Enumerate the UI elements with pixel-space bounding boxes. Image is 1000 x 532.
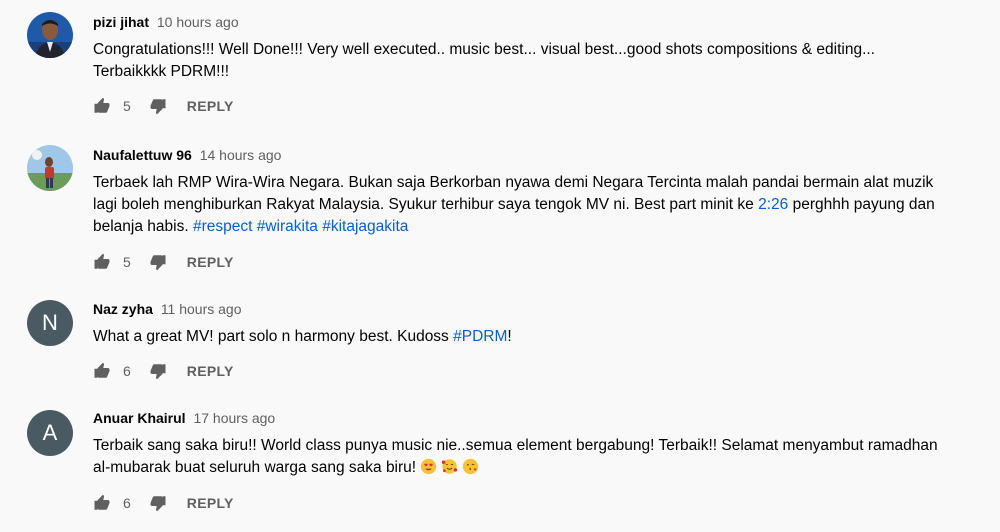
author-name[interactable]: Naufalettuw 96 xyxy=(93,147,192,163)
avatar-letter: A xyxy=(42,420,58,445)
like-icon[interactable] xyxy=(93,362,111,380)
comment-text: Congratulations!!! Well Done!!! Very wel… xyxy=(93,41,875,80)
hashtag-link[interactable]: #kitajagakita xyxy=(322,218,408,235)
comment-header: Anuar Khairul 17 hours ago xyxy=(93,409,980,427)
comment-time[interactable]: 10 hours ago xyxy=(157,14,239,30)
reply-button[interactable]: REPLY xyxy=(187,98,234,114)
author-name[interactable]: pizi jihat xyxy=(93,14,149,30)
timestamp-link[interactable]: 2:26 xyxy=(758,196,788,213)
avatar-letter: N xyxy=(42,310,58,335)
comment-text: Terbaik sang saka biru!! World class pun… xyxy=(93,437,938,476)
reply-button[interactable]: REPLY xyxy=(187,495,234,511)
comment-actions: 6 REPLY xyxy=(93,361,234,381)
author-name[interactable]: Anuar Khairul xyxy=(93,410,186,426)
comment-time[interactable]: 11 hours ago xyxy=(161,301,242,317)
comment-header: pizi jihat 10 hours ago xyxy=(93,13,980,31)
dislike-icon[interactable] xyxy=(149,494,167,512)
like-count: 6 xyxy=(123,495,131,511)
comment-text: Terbaek lah RMP Wira-Wira Negara. Bukan … xyxy=(93,174,935,235)
comment-text: What a great MV! part solo n harmony bes… xyxy=(93,328,512,345)
avatar[interactable] xyxy=(27,145,73,191)
like-icon[interactable] xyxy=(93,494,111,512)
comment-time[interactable]: 14 hours ago xyxy=(200,147,282,163)
kissing-heart-emoji xyxy=(463,458,479,475)
dislike-icon[interactable] xyxy=(149,97,167,115)
like-count: 5 xyxy=(123,98,131,114)
comment-actions: 5 REPLY xyxy=(93,252,234,272)
dislike-icon[interactable] xyxy=(149,362,167,380)
avatar[interactable] xyxy=(27,12,73,58)
smiling-hearts-emoji xyxy=(442,459,458,474)
like-icon[interactable] xyxy=(93,253,111,271)
author-name[interactable]: Naz zyha xyxy=(93,301,153,317)
avatar[interactable]: N xyxy=(27,300,73,346)
heart-eyes-emoji xyxy=(421,458,437,475)
hashtag-link[interactable]: #PDRM xyxy=(453,328,507,345)
avatar[interactable]: A xyxy=(27,410,73,456)
comment-time[interactable]: 17 hours ago xyxy=(193,410,275,426)
comment-actions: 5 REPLY xyxy=(93,96,234,116)
comment-header: Naz zyha 11 hours ago xyxy=(93,300,980,318)
like-count: 6 xyxy=(123,363,131,379)
comment-actions: 6 REPLY xyxy=(93,493,234,513)
hashtag-link[interactable]: #respect xyxy=(193,218,252,235)
dislike-icon[interactable] xyxy=(149,253,167,271)
reply-button[interactable]: REPLY xyxy=(187,254,234,270)
like-count: 5 xyxy=(123,254,131,270)
reply-button[interactable]: REPLY xyxy=(187,363,234,379)
hashtag-link[interactable]: #wirakita xyxy=(257,218,318,235)
comment-header: Naufalettuw 96 14 hours ago xyxy=(93,146,980,164)
like-icon[interactable] xyxy=(93,97,111,115)
